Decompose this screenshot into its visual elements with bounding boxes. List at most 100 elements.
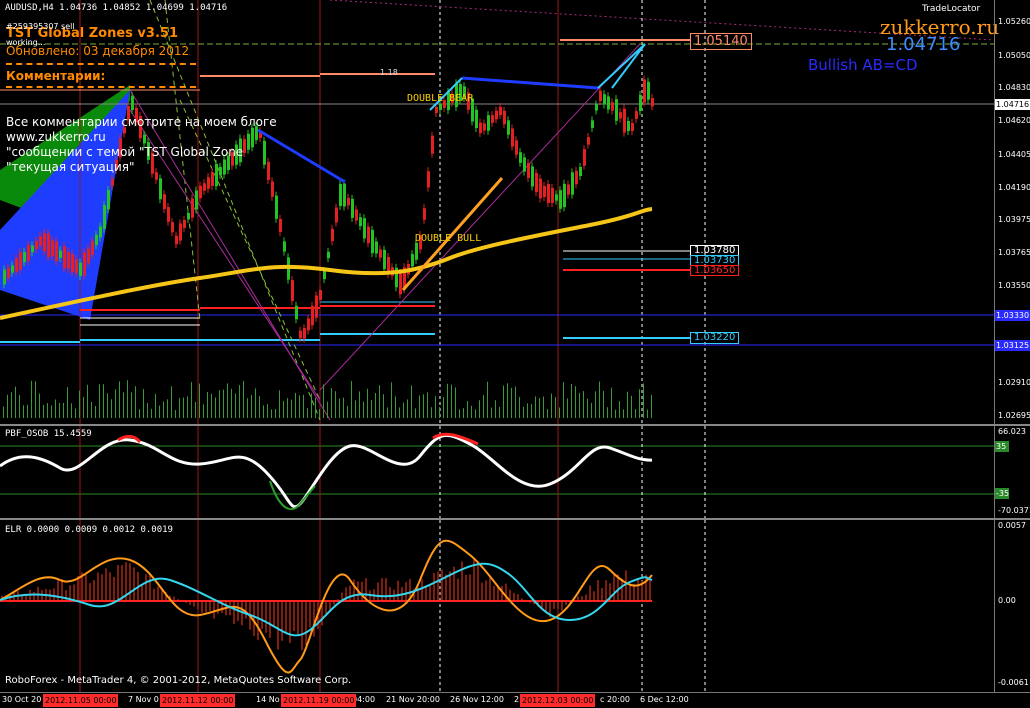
bear-line-2 (461, 76, 599, 90)
time-axis[interactable]: 30 Oct 20 7 Nov 0 14 No 04:00 21 Nov 20:… (0, 692, 1030, 708)
osc-pane[interactable]: PBF_OSOB 15.4559 (0, 426, 994, 518)
elr-label: ELR 0.0000 0.0009 0.0012 0.0019 (5, 525, 173, 535)
volume-bar (487, 381, 488, 418)
candle-body (551, 188, 554, 203)
candle-body (187, 212, 190, 220)
candle-body (495, 110, 498, 120)
osc-lower-box: -35 (995, 488, 1010, 499)
volume-bar (567, 398, 568, 418)
volume-bar (531, 403, 532, 418)
volume-bar (147, 403, 148, 418)
volume-bar (407, 399, 408, 418)
candle-body (319, 289, 322, 301)
volume-bar (71, 403, 72, 418)
candle-body (431, 135, 434, 154)
volume-bar (587, 398, 588, 418)
volume-bar (355, 400, 356, 418)
volume-bar (571, 383, 572, 418)
volume-bar (115, 389, 116, 418)
candle-body (79, 262, 82, 276)
volume-bar (367, 388, 368, 418)
volume-bar (339, 398, 340, 418)
volume-bar (67, 387, 68, 418)
level-top-box: 1.05140 (690, 33, 752, 50)
candle-body (283, 241, 286, 252)
volume-bar (99, 384, 100, 418)
candle-body (567, 184, 570, 195)
volume-bar (3, 406, 4, 418)
main-chart[interactable]: AUDUSD,H4 1.04736 1.04852 1.04699 1.0471… (0, 0, 999, 425)
volume-bar (139, 409, 140, 418)
candle-body (563, 183, 566, 208)
candle-body (107, 189, 110, 210)
candle-body (555, 194, 558, 201)
candle-body (363, 218, 366, 239)
candle-body (295, 305, 298, 320)
volume-bar (31, 380, 32, 418)
candle-body (299, 330, 302, 339)
volume-bar (331, 388, 332, 418)
candle-body (371, 229, 374, 254)
volume-bar (359, 391, 360, 418)
volume-bar (187, 396, 188, 418)
candle-body (11, 265, 14, 273)
candle-body (143, 134, 146, 144)
orange-dash-2 (6, 86, 196, 88)
volume-bar (539, 398, 540, 418)
volume-bar (419, 395, 420, 418)
volume-bar (635, 409, 636, 418)
price-tick: 1.04830 (998, 83, 1030, 92)
volume-bar (443, 397, 444, 418)
volume-bar (295, 392, 296, 418)
candle-body (599, 90, 602, 102)
candle-body (375, 241, 378, 254)
candle-body (339, 184, 342, 206)
volume-bar (83, 396, 84, 418)
volume-bar (155, 393, 156, 418)
volume-bar (215, 397, 216, 418)
osc-axis[interactable]: 66.023 35 -35 -70.0371 (994, 426, 1030, 518)
volume-bar (623, 409, 624, 418)
volume-bar (103, 384, 104, 418)
comments-title: Комментарии: (6, 69, 106, 83)
volume-bar (527, 403, 528, 418)
period-date-box: 2012.11.05 00:00 (43, 694, 119, 707)
candle-body (315, 295, 318, 318)
volume-bar (411, 385, 412, 418)
candle-body (591, 120, 594, 128)
candle-body (3, 269, 6, 285)
volume-bar (243, 380, 244, 418)
candle-body (179, 223, 182, 241)
volume-bar (643, 383, 644, 418)
elr-min: -0.0061 (998, 678, 1029, 687)
price-axis[interactable]: 1.05260 1.05050 1.04830 1.04716 1.04620 … (994, 0, 1030, 425)
candle-body (275, 195, 278, 219)
candle-body (491, 115, 494, 123)
volume-bar (151, 408, 152, 418)
comment-line-3: "сообщении с темой "TST Global Zone (6, 145, 244, 159)
candle-body (91, 240, 94, 256)
volume-bar (55, 399, 56, 418)
volume-bar (547, 409, 548, 418)
candle-body (535, 172, 538, 193)
candle-body (27, 244, 30, 262)
candle-body (415, 242, 418, 260)
volume-bar (123, 392, 124, 418)
volume-bar (523, 406, 524, 418)
candle-body (475, 109, 478, 129)
candle-body (423, 208, 426, 220)
elr-axis[interactable]: 0.0057 0.00 -0.0061 (994, 520, 1030, 692)
current-price-big: 1.04716 (886, 34, 961, 55)
volume-bar (327, 401, 328, 418)
volume-bar (59, 402, 60, 418)
volume-bar (435, 396, 436, 418)
osc-label: PBF_OSOB 15.4559 (5, 429, 92, 439)
candle-body (63, 246, 66, 269)
volume-bar (159, 405, 160, 418)
volume-bar (203, 404, 204, 418)
candle-body (279, 218, 282, 232)
elr-pane[interactable]: ELR 0.0000 0.0009 0.0012 0.0019 RoboFore… (0, 520, 994, 692)
candle-body (635, 111, 638, 119)
volume-bar (475, 409, 476, 418)
trade-locator[interactable]: TradeLocator (922, 4, 980, 14)
